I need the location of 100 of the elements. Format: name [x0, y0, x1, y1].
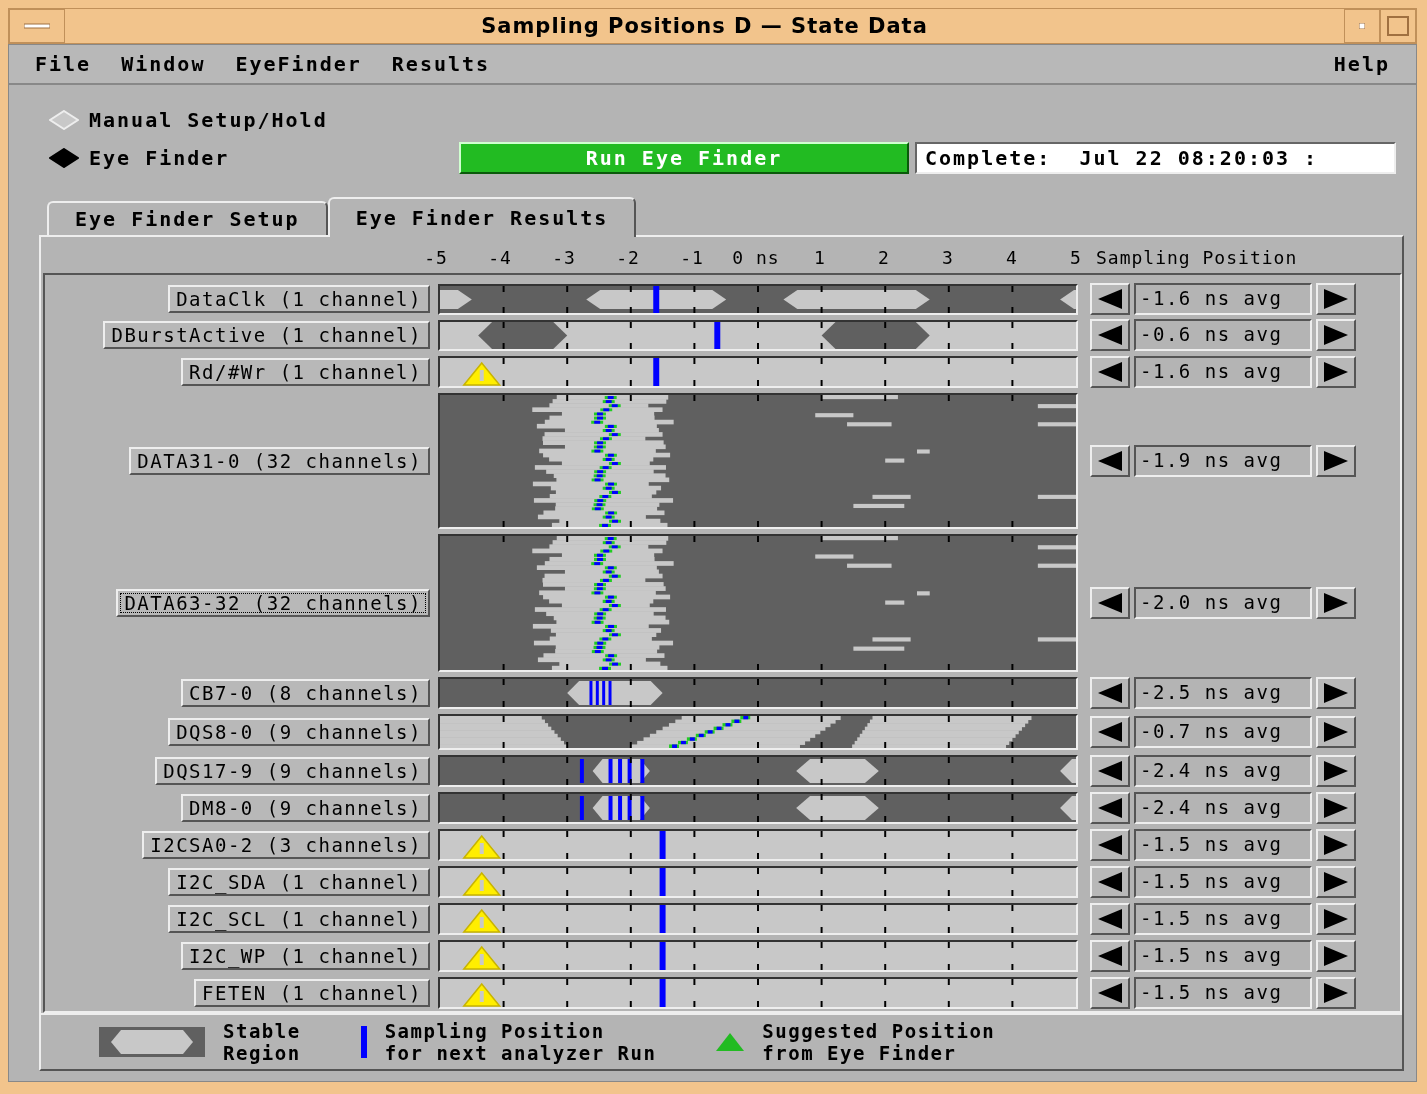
axis-tick-label: -5: [424, 247, 448, 268]
previous-button[interactable]: [1090, 976, 1130, 1009]
position-readout: -1.5 ns avg: [1134, 939, 1312, 972]
right-arrow-icon: [1324, 871, 1348, 892]
previous-button[interactable]: [1090, 444, 1130, 477]
position-readout: -1.5 ns avg: [1134, 976, 1312, 1009]
maximize-icon[interactable]: [1387, 16, 1409, 36]
window-title: Sampling Positions D — State Data: [480, 14, 929, 38]
previous-button[interactable]: [1090, 283, 1130, 315]
right-arrow-icon: [1324, 945, 1348, 966]
right-arrow-icon: [1324, 797, 1348, 818]
signal-button[interactable]: I2CSA0-2 (3 channels): [142, 830, 430, 859]
menu-item[interactable]: EyeFinder: [235, 52, 362, 76]
next-button[interactable]: [1316, 283, 1356, 315]
right-arrow-icon: [1324, 325, 1348, 345]
previous-button[interactable]: [1090, 939, 1130, 972]
signal-button[interactable]: DataClk (1 channel): [168, 285, 430, 313]
status-field: Complete: Jul 22 08:20:03 :: [915, 142, 1396, 174]
left-arrow-icon: [1098, 871, 1122, 892]
minimize-icon[interactable]: [1359, 23, 1365, 29]
next-button[interactable]: [1316, 319, 1356, 351]
signal-button[interactable]: I2C_SDA (1 channel): [168, 867, 430, 896]
right-arrow-icon: [1324, 682, 1348, 703]
previous-button[interactable]: [1090, 754, 1130, 787]
right-arrow-icon: [1324, 450, 1348, 471]
previous-button[interactable]: [1090, 319, 1130, 351]
previous-button[interactable]: [1090, 865, 1130, 898]
menu-item[interactable]: Results: [391, 52, 491, 76]
left-arrow-icon: [1098, 908, 1122, 929]
previous-button[interactable]: [1090, 676, 1130, 709]
position-readout: -1.6 ns avg: [1134, 283, 1312, 315]
signal-button[interactable]: DBurstActive (1 channel): [103, 321, 430, 349]
signal-button[interactable]: FETEN (1 channel): [194, 978, 430, 1007]
axis-tick-label: 2: [878, 247, 890, 268]
right-arrow-icon: [1324, 908, 1348, 929]
position-readout: -1.5 ns avg: [1134, 902, 1312, 935]
signal-button[interactable]: I2C_SCL (1 channel): [168, 904, 430, 933]
radio-label[interactable]: Manual Setup/Hold: [89, 108, 328, 132]
menu-item[interactable]: Help: [1333, 52, 1390, 76]
position-readout: -1.9 ns avg: [1134, 444, 1312, 477]
signal-button[interactable]: DATA63-32 (32 channels): [116, 588, 430, 617]
signal-button[interactable]: DM8-0 (9 channels): [181, 793, 430, 822]
next-button[interactable]: [1316, 715, 1356, 748]
right-arrow-icon: [1324, 834, 1348, 855]
stable-region-icon: [99, 1027, 205, 1057]
axis-tick-label: -4: [488, 247, 512, 268]
previous-button[interactable]: [1090, 715, 1130, 748]
menu-item[interactable]: File: [35, 52, 92, 76]
left-arrow-icon: [1098, 797, 1122, 818]
left-arrow-icon: [1098, 325, 1122, 345]
previous-button[interactable]: [1090, 902, 1130, 935]
signal-button[interactable]: DQS17-9 (9 channels): [155, 756, 430, 785]
next-button[interactable]: [1316, 676, 1356, 709]
signal-button[interactable]: I2C_WP (1 channel): [181, 941, 430, 970]
legend-text: Sampling Position for next analyzer Run: [384, 1020, 657, 1064]
next-button[interactable]: [1316, 355, 1356, 388]
right-arrow-icon: [1324, 721, 1348, 742]
next-button[interactable]: [1316, 444, 1356, 477]
left-arrow-icon: [1098, 450, 1122, 471]
left-arrow-icon: [1098, 721, 1122, 742]
previous-button[interactable]: [1090, 828, 1130, 861]
tab[interactable]: Eye Finder Results: [327, 197, 637, 237]
position-readout: -1.6 ns avg: [1134, 355, 1312, 388]
right-arrow-icon: [1324, 289, 1348, 309]
signal-button[interactable]: CB7-0 (8 channels): [181, 678, 430, 707]
previous-button[interactable]: [1090, 791, 1130, 824]
axis-tick-label: 5: [1070, 247, 1082, 268]
next-button[interactable]: [1316, 865, 1356, 898]
next-button[interactable]: [1316, 939, 1356, 972]
left-arrow-icon: [1098, 289, 1122, 309]
signal-button[interactable]: Rd/#Wr (1 channel): [181, 357, 430, 386]
signal-button[interactable]: DATA31-0 (32 channels): [129, 446, 430, 475]
next-button[interactable]: [1316, 586, 1356, 619]
position-readout: -0.7 ns avg: [1134, 715, 1312, 748]
next-button[interactable]: [1316, 754, 1356, 787]
previous-button[interactable]: [1090, 586, 1130, 619]
menu-item[interactable]: Window: [121, 52, 206, 76]
next-button[interactable]: [1316, 902, 1356, 935]
right-arrow-icon: [1324, 361, 1348, 382]
axis-tick-label: 4: [1006, 247, 1018, 268]
axis-tick-label: 3: [942, 247, 954, 268]
signal-button[interactable]: DQS8-0 (9 channels): [168, 717, 430, 746]
next-button[interactable]: [1316, 828, 1356, 861]
axis-tick-label: -3: [552, 247, 576, 268]
next-button[interactable]: [1316, 976, 1356, 1009]
position-readout: -2.5 ns avg: [1134, 676, 1312, 709]
left-arrow-icon: [1098, 834, 1122, 855]
position-readout: -1.5 ns avg: [1134, 828, 1312, 861]
right-arrow-icon: [1324, 982, 1348, 1003]
left-arrow-icon: [1098, 682, 1122, 703]
radio-button[interactable]: [49, 148, 79, 168]
next-button[interactable]: [1316, 791, 1356, 824]
axis-tick-label: -2: [616, 247, 640, 268]
radio-label[interactable]: Eye Finder: [89, 146, 230, 170]
left-arrow-icon: [1098, 760, 1122, 781]
previous-button[interactable]: [1090, 355, 1130, 388]
tab[interactable]: Eye Finder Setup: [47, 201, 328, 235]
legend-text: Stable Region: [223, 1020, 301, 1064]
position-readout: -1.5 ns avg: [1134, 865, 1312, 898]
axis-tick-label: -1: [680, 247, 704, 268]
